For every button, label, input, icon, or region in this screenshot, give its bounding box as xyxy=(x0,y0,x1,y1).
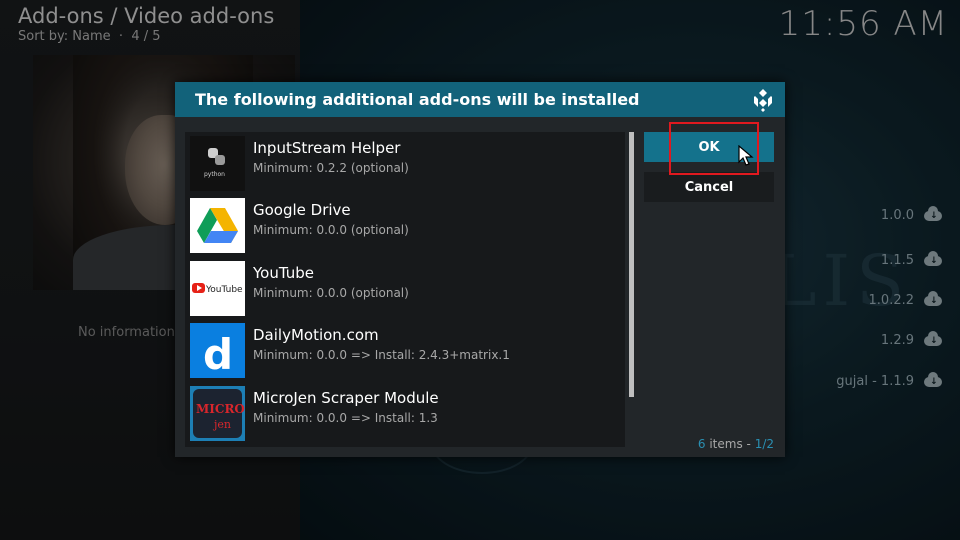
addon-name: YouTube xyxy=(253,264,314,282)
items-count-number: 6 xyxy=(697,437,706,451)
addon-version-requirement: Minimum: 0.0.0 (optional) xyxy=(253,286,409,300)
dialog-header: The following additional add-ons will be… xyxy=(175,82,785,117)
addon-name: DailyMotion.com xyxy=(253,326,379,344)
addon-version-requirement: Minimum: 0.0.0 (optional) xyxy=(253,223,409,237)
dialog-title: The following additional add-ons will be… xyxy=(195,90,640,109)
page-indicator: 1/2 xyxy=(754,437,774,451)
items-word: items xyxy=(709,437,743,451)
dailymotion-logo-text: d xyxy=(203,330,233,378)
kodi-logo-icon xyxy=(754,89,772,112)
microjen-logo-bottom: jen xyxy=(212,418,231,431)
list-item[interactable]: Google Drive Minimum: 0.0.0 (optional) xyxy=(190,196,620,253)
addon-version-requirement: Minimum: 0.0.0 => Install: 1.3 xyxy=(253,411,438,425)
list-item[interactable]: YouTube YouTube Minimum: 0.0.0 (optional… xyxy=(190,259,620,316)
addon-name: Google Drive xyxy=(253,201,351,219)
microjen-logo-top: MICRO xyxy=(196,402,245,416)
cancel-button[interactable]: Cancel xyxy=(644,172,774,202)
python-logo-text: python xyxy=(204,171,225,178)
addon-version-requirement: Minimum: 0.0.0 => Install: 2.4.3+matrix.… xyxy=(253,348,510,362)
list-scrollbar[interactable] xyxy=(629,132,634,397)
youtube-logo-text: YouTube xyxy=(205,285,243,295)
addon-version-requirement: Minimum: 0.2.2 (optional) xyxy=(253,161,409,175)
python-icon: python xyxy=(190,136,245,191)
list-item[interactable]: python InputStream Helper Minimum: 0.2.2… xyxy=(190,134,620,191)
mouse-cursor-icon xyxy=(738,145,754,166)
items-count: 6 items - 1/2 xyxy=(697,437,774,451)
install-dependencies-dialog: The following additional add-ons will be… xyxy=(175,82,785,457)
addon-name: MicroJen Scraper Module xyxy=(253,389,439,407)
addon-list: python InputStream Helper Minimum: 0.2.2… xyxy=(185,132,625,447)
addon-name: InputStream Helper xyxy=(253,139,401,157)
dailymotion-icon: d xyxy=(190,323,245,378)
list-item[interactable]: MICRO jen MicroJen Scraper Module Minimu… xyxy=(190,384,620,441)
youtube-icon: YouTube xyxy=(190,261,245,316)
list-item[interactable]: d DailyMotion.com Minimum: 0.0.0 => Inst… xyxy=(190,321,620,378)
microjen-icon: MICRO jen xyxy=(190,386,245,441)
google-drive-icon xyxy=(190,198,245,253)
